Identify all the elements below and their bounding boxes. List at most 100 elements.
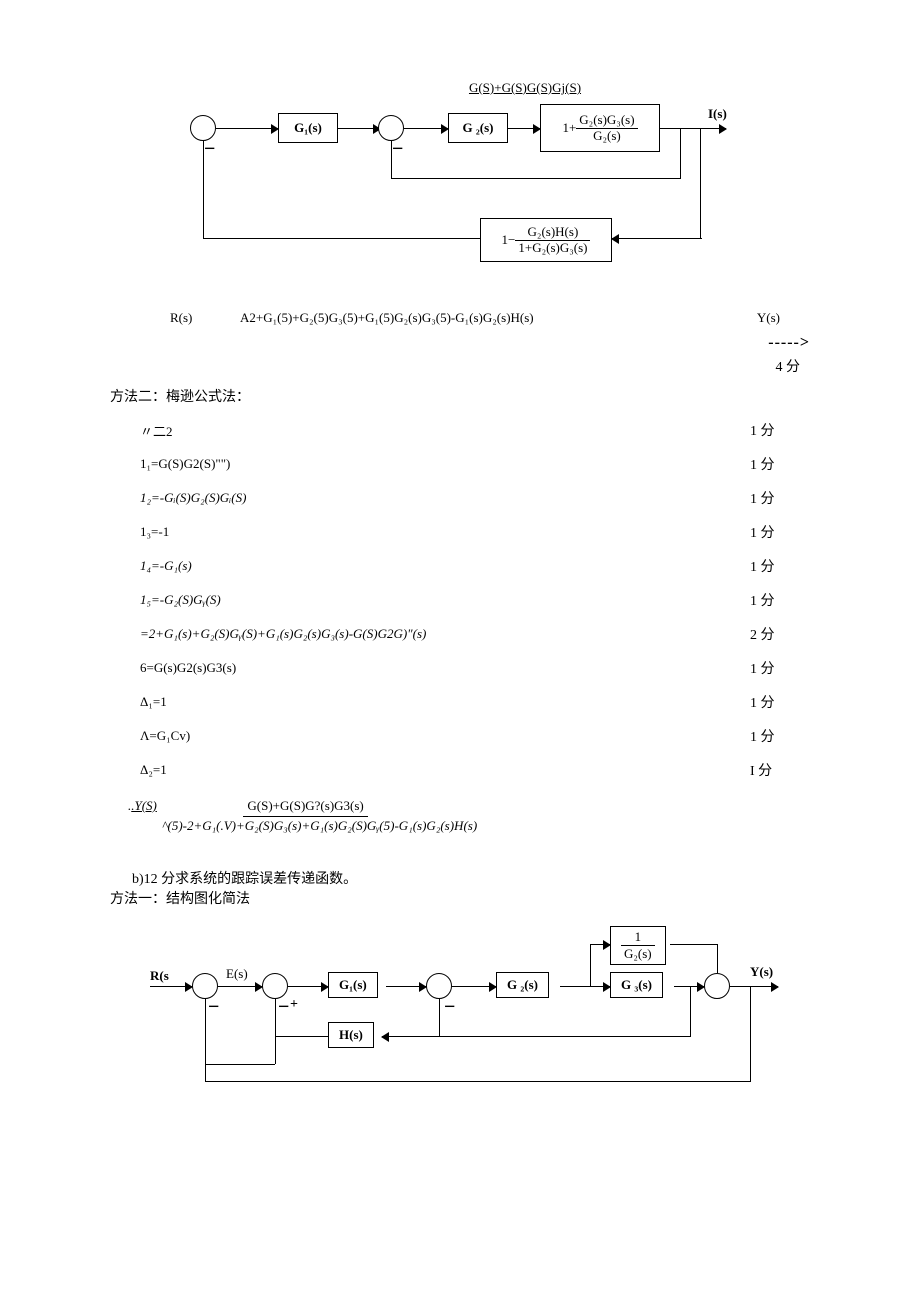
step-row: 1₂=-Gᵢ(S)G₂(S)Gᵢ(S)1 分 xyxy=(140,488,810,508)
tf-y-label: Y(s) xyxy=(710,310,780,326)
step-expression: Λ=G₁Cv) xyxy=(140,728,750,744)
line xyxy=(203,238,480,239)
step-expression: 1₁=G(S)G2(S)"") xyxy=(140,456,750,472)
output-label: I(s) xyxy=(708,106,727,122)
tf-expression: A2+G₁(5)+G₂(5)G₃(5)+G₁(5)G₂(s)G₃(5)-G₁(s… xyxy=(240,310,710,326)
output-label-y: Y(s) xyxy=(750,964,773,980)
e-label: E(s) xyxy=(226,966,248,982)
minus-sign: − xyxy=(392,138,403,161)
step-expression: 〃二2 xyxy=(140,421,750,440)
step-expression: Δ₂=1 xyxy=(140,762,750,778)
line xyxy=(203,141,204,239)
block-diagram-2: R(s − E(s) − + G₁(s) − G ₂(s) 1 G₂(s) G … xyxy=(150,926,780,1096)
line xyxy=(680,128,681,178)
arrow xyxy=(404,128,448,129)
step-row: Δ₁=11 分 xyxy=(140,692,810,712)
arrow xyxy=(150,986,192,987)
minus-sign: − xyxy=(278,996,289,1019)
minus-sign: − xyxy=(208,996,219,1019)
sum-node-4 xyxy=(704,973,730,999)
step-score: 1 分 xyxy=(750,522,810,542)
arrow xyxy=(218,986,262,987)
tf-r-label: R(s) xyxy=(110,310,240,326)
step-score: 1 分 xyxy=(750,692,810,712)
block-g3: G ₃(s) xyxy=(610,972,663,998)
one-minus: 1− xyxy=(502,233,516,247)
step-row: 1₃=-11 分 xyxy=(140,522,810,542)
fraction: G₂(s)H(s) 1+G₂(s)G₃(s) xyxy=(515,225,590,255)
frac-den: G₂(s) xyxy=(621,946,655,962)
step-score: 1 分 xyxy=(750,658,810,678)
arrow xyxy=(288,986,328,987)
minus-sign: − xyxy=(204,138,215,161)
step-row: 1₄=-G₁(s)1 分 xyxy=(140,556,810,576)
step-row: 〃二21 分 xyxy=(140,420,810,440)
arrow xyxy=(382,1036,440,1037)
step-expression: 1₄=-G₁(s) xyxy=(140,558,750,574)
block-diagram-1: − G₁(s) − G ₂(s) 1+ G₂(s)G₃(s) G₂(s) I(s… xyxy=(110,100,810,280)
step-expression: 6=G(s)G2(s)G3(s) xyxy=(140,660,750,676)
step-row: 6=G(s)G2(s)G3(s)1 分 xyxy=(140,658,810,678)
eq-top: G(S)+G(S)G(S)Gj(S) xyxy=(110,80,810,96)
arrow xyxy=(452,986,496,987)
frac-num: G₂(s)G₃(s) xyxy=(576,113,637,128)
block-g2: G ₂(s) xyxy=(496,972,549,998)
fraction: G₂(s)G₃(s) G₂(s) xyxy=(576,113,637,143)
final-denominator: ^(5)-2+G₁(.V)+G₂(S)G₃(s)+G₁(s)G₂(S)Gᵧ(5)… xyxy=(128,818,810,834)
line xyxy=(590,944,591,986)
block-composite: 1+ G₂(s)G₃(s) G₂(s) xyxy=(540,104,660,152)
score-4: 4 分 xyxy=(110,356,810,376)
final-fraction: ..Y(S) G(S)+G(S)G?(s)G3(s) ^(5)-2+G₁(.V)… xyxy=(128,798,810,834)
line xyxy=(439,999,440,1037)
line xyxy=(700,128,701,238)
step-expression: 1₂=-Gᵢ(S)G₂(S)Gᵢ(S) xyxy=(140,490,750,506)
line xyxy=(717,944,718,973)
step-expression: =2+G₁(s)+G₂(S)Gᵧ(S)+G₁(s)G₂(s)G₃(s)-G(S)… xyxy=(140,626,750,642)
step-score: 1 分 xyxy=(750,488,810,508)
block-g1: G₁(s) xyxy=(278,113,338,143)
fraction: 1 G₂(s) xyxy=(621,929,655,962)
arrow xyxy=(674,986,704,987)
plus-sign: + xyxy=(290,998,298,1012)
arrow xyxy=(338,128,380,129)
block-g2: G ₂(s) xyxy=(448,113,508,143)
step-row: Δ₂=1I 分 xyxy=(140,760,810,780)
line xyxy=(205,1081,751,1082)
step-score: 1 分 xyxy=(750,454,810,474)
step-expression: 1₃=-1 xyxy=(140,524,750,540)
arrow xyxy=(216,128,278,129)
line xyxy=(560,986,590,987)
section-b-header: b)12 分求系统的跟踪误差传递函数。 xyxy=(110,868,810,888)
line xyxy=(750,986,751,1081)
final-ys: .Y(S) xyxy=(131,798,157,813)
block-feedback: 1− G₂(s)H(s) 1+G₂(s)G₃(s) xyxy=(480,218,612,262)
method1-title: 方法一：结构图化简法 xyxy=(110,888,810,908)
one-plus: 1+ xyxy=(562,121,576,135)
step-score: 1 分 xyxy=(750,590,810,610)
step-expression: Δ₁=1 xyxy=(140,694,750,710)
frac-num: 1 xyxy=(621,929,655,946)
line xyxy=(275,1036,276,1064)
section-b: b)12 分求系统的跟踪误差传递函数。 方法一：结构图化简法 xyxy=(110,868,810,908)
line xyxy=(690,986,691,1036)
line xyxy=(275,1036,328,1037)
step-row: 1₅=-G₂(S)Gᵧ(S)1 分 xyxy=(140,590,810,610)
minus-sign: − xyxy=(444,996,455,1019)
tf-equation-row: R(s) A2+G₁(5)+G₂(5)G₃(5)+G₁(5)G₂(s)G₃(5)… xyxy=(110,310,810,326)
frac-num: G₂(s)H(s) xyxy=(515,225,590,240)
final-numerator: G(S)+G(S)G?(s)G3(s) xyxy=(243,798,367,817)
line xyxy=(275,999,276,1037)
input-label-r: R(s xyxy=(150,968,169,984)
step-score: 2 分 xyxy=(750,624,810,644)
arrow xyxy=(612,238,702,239)
line xyxy=(391,141,392,179)
line xyxy=(205,1064,275,1065)
steps-list: 〃二21 分1₁=G(S)G2(S)"")1 分1₂=-Gᵢ(S)G₂(S)Gᵢ… xyxy=(140,420,810,780)
line xyxy=(670,944,717,945)
step-row: =2+G₁(s)+G₂(S)Gᵧ(S)+G₁(s)G₂(s)G₃(s)-G(S)… xyxy=(140,624,810,644)
step-score: 1 分 xyxy=(750,420,810,440)
frac-den: 1+G₂(s)G₃(s) xyxy=(515,241,590,255)
step-score: 1 分 xyxy=(750,556,810,576)
arrow xyxy=(386,986,426,987)
step-row: 1₁=G(S)G2(S)"")1 分 xyxy=(140,454,810,474)
